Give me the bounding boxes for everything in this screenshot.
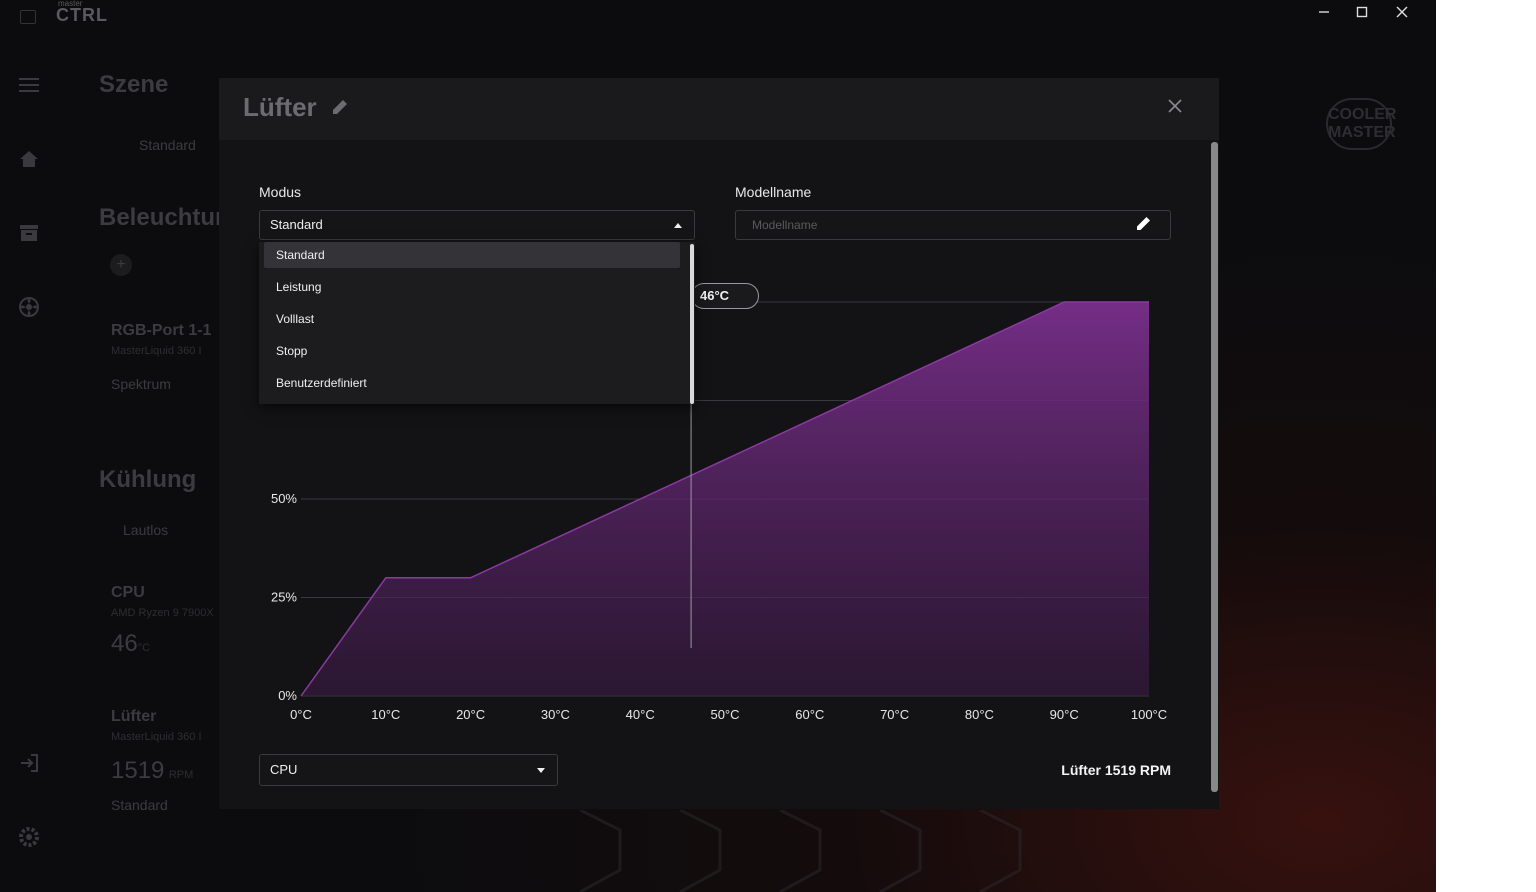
minimize-button[interactable] [1313, 4, 1335, 24]
login-icon[interactable] [18, 752, 40, 774]
cooling-mode[interactable]: Lautlos [123, 522, 168, 538]
device-icon[interactable] [18, 222, 40, 244]
x-tick-label: 60°C [795, 707, 824, 722]
rgb-port-title: RGB-Port 1-1 [111, 322, 212, 339]
fan-icon[interactable] [18, 296, 40, 318]
x-tick-label: 100°C [1131, 707, 1167, 722]
close-icon [1396, 6, 1408, 18]
mode-option-volllast[interactable]: Volllast [264, 306, 680, 332]
brand-logo: master CTRL [56, 0, 108, 25]
x-tick-label: 80°C [965, 707, 994, 722]
sensor-select[interactable]: CPU [259, 754, 558, 786]
fan-title: Lüfter [111, 708, 157, 725]
mode-option-leistung[interactable]: Leistung [264, 274, 680, 300]
cpu-temp: 46°C [111, 630, 151, 657]
cpu-model: AMD Ryzen 9 7900X [111, 607, 214, 619]
maximize-button[interactable] [1351, 4, 1373, 24]
cpu-title: CPU [111, 584, 145, 601]
rgb-port-device: MasterLiquid 360 I [111, 345, 202, 357]
x-tick-label: 70°C [880, 707, 909, 722]
app-icon [20, 10, 36, 24]
minimize-icon [1319, 11, 1329, 13]
close-window-button[interactable] [1391, 4, 1413, 24]
fan-device: MasterLiquid 360 I [111, 731, 202, 743]
scene-heading: Szene [99, 71, 169, 98]
x-tick-label: 10°C [371, 707, 400, 722]
y-tick-label: 0% [278, 688, 297, 703]
x-tick-label: 40°C [626, 707, 655, 722]
x-tick-label: 50°C [710, 707, 739, 722]
mode-option-benutzerdefiniert[interactable]: Benutzerdefiniert [264, 370, 680, 396]
fan-modal: Lüfter Modus Standard Modellname Modelln… [219, 78, 1219, 809]
title-bar: master CTRL [0, 0, 1436, 30]
fan-rpm: 1519 RPM [111, 757, 194, 784]
current-temp-tooltip: 46°C [691, 283, 759, 309]
mode-option-stopp[interactable]: Stopp [264, 338, 680, 364]
scene-value[interactable]: Standard [139, 137, 196, 153]
chevron-down-icon [537, 768, 545, 773]
fan-rpm-readout: Lüfter 1519 RPM [1061, 762, 1171, 778]
y-tick-label: 50% [271, 491, 297, 506]
dropdown-scrollbar[interactable] [690, 244, 694, 404]
x-tick-label: 90°C [1050, 707, 1079, 722]
home-icon[interactable] [18, 148, 40, 170]
app-window: master CTRL Szene Standard Beleuchtung +… [0, 0, 1436, 892]
cooling-heading: Kühlung [99, 466, 197, 493]
x-tick-label: 20°C [456, 707, 485, 722]
y-tick-label: 25% [271, 590, 297, 605]
background-decoration [579, 810, 1022, 892]
fan-curve-chart[interactable]: 0% 25% 50% 0°C 10°C 20°C 30°C 40°C 50°C 60°C 70°C… [219, 78, 1219, 738]
cooler-master-logo: COOLER MASTER [1326, 98, 1396, 150]
add-lighting-button[interactable]: + [110, 254, 132, 276]
x-tick-label: 30°C [541, 707, 570, 722]
mode-option-standard[interactable]: Standard [264, 242, 680, 268]
settings-icon[interactable] [18, 826, 40, 848]
fan-mode: Standard [111, 797, 168, 813]
x-tick-label: 0°C [290, 707, 312, 722]
menu-icon[interactable] [18, 74, 40, 96]
rgb-port-effect: Spektrum [111, 376, 171, 392]
mode-dropdown-list: Standard Leistung Volllast Stopp Benutze… [259, 242, 695, 404]
maximize-icon [1356, 6, 1368, 18]
